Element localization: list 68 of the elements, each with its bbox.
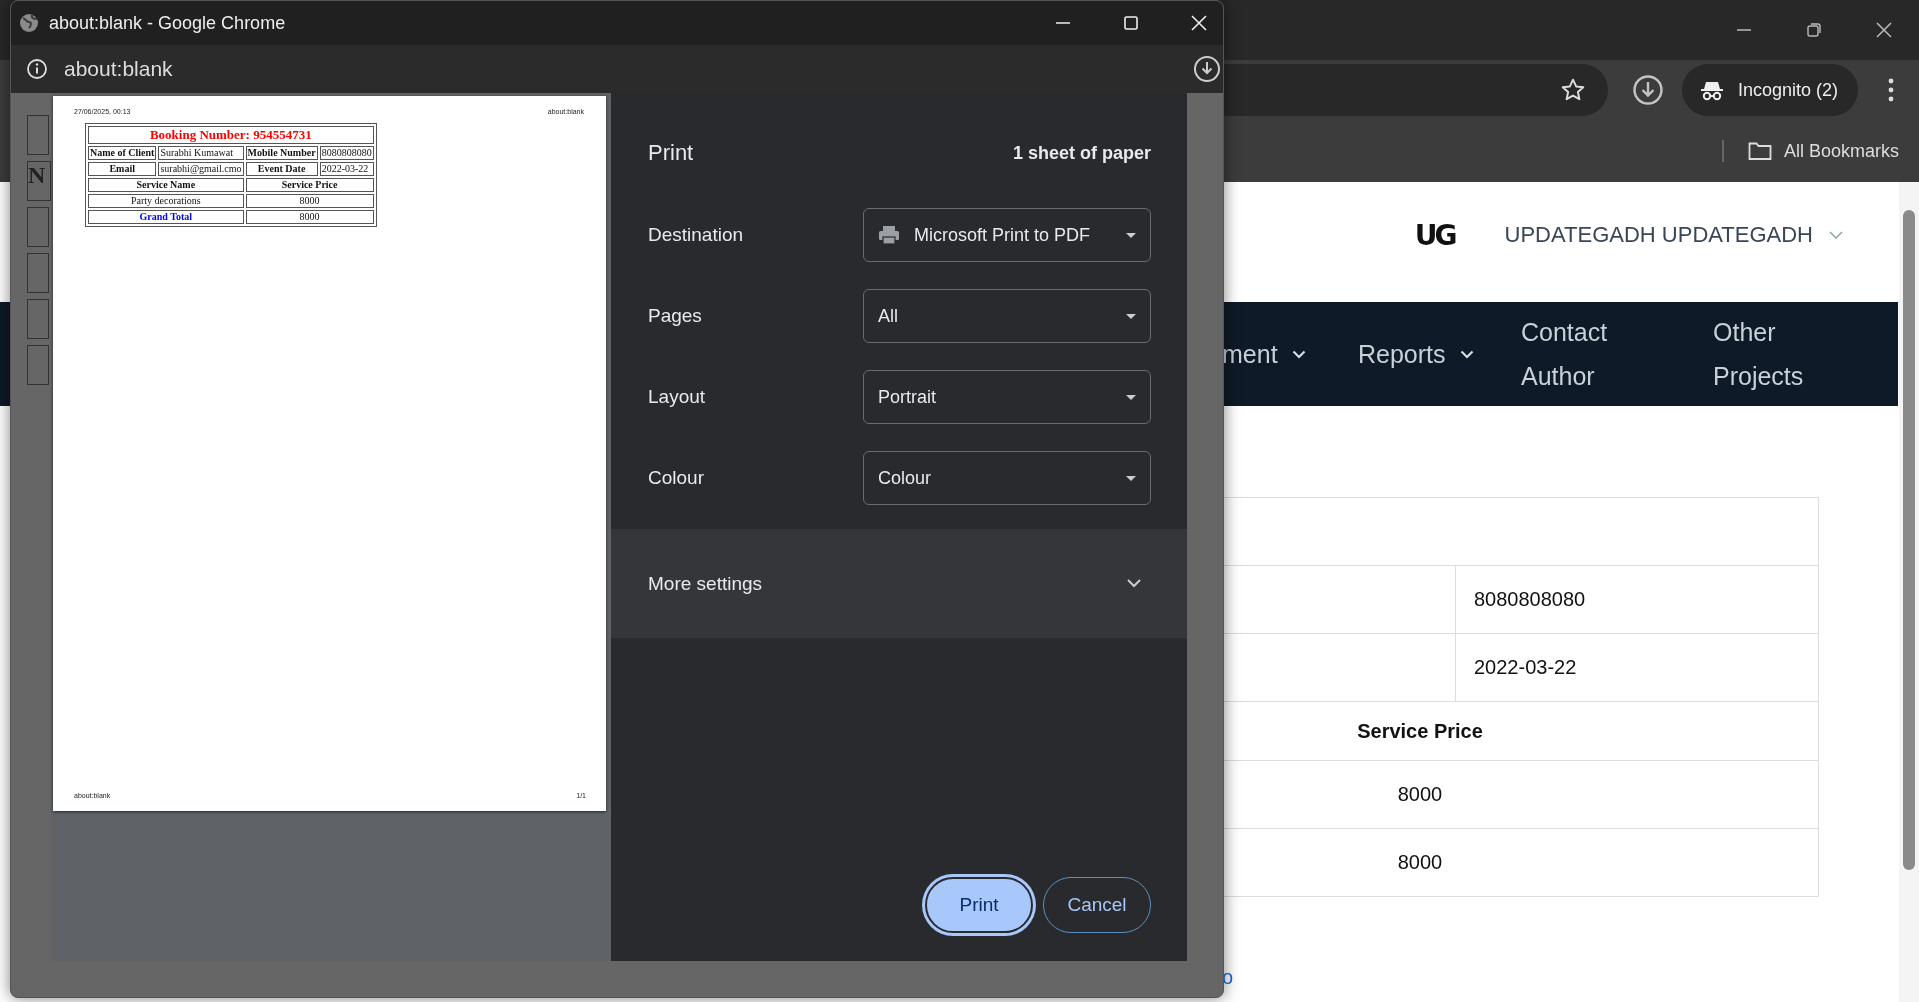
- table-cell: 8080808080: [319, 146, 374, 160]
- table-cell: [27, 115, 49, 155]
- info-icon[interactable]: [26, 58, 48, 80]
- chevron-down-icon: [1829, 230, 1843, 240]
- print-button[interactable]: Print: [925, 877, 1033, 933]
- close-icon[interactable]: [1875, 21, 1893, 39]
- incognito-button[interactable]: Incognito (2): [1682, 64, 1859, 116]
- scrollbar[interactable]: [1899, 182, 1919, 1002]
- table-header: Service Price: [245, 178, 374, 192]
- dropdown[interactable]: Colour: [863, 451, 1151, 505]
- menu-icon[interactable]: [1888, 78, 1895, 102]
- table-header: Service Price: [1356, 718, 1484, 744]
- table-cell-text: 8080808080: [1473, 587, 1587, 612]
- table-header: Service Name: [88, 178, 244, 192]
- user-menu[interactable]: UPDATEGADH UPDATEGADH: [1504, 222, 1843, 248]
- setting-label: Destination: [648, 224, 744, 246]
- table-cell: 8000: [245, 210, 374, 224]
- table-cell-text: 8000: [1396, 782, 1444, 807]
- bookmarks-folder[interactable]: All Bookmarks: [1747, 140, 1899, 162]
- table-cell: Party decorations: [88, 194, 244, 208]
- table-cell: 2022-03-22: [319, 162, 374, 176]
- dropdown-arrow-icon: [1126, 313, 1136, 319]
- table-header: Email: [88, 162, 157, 176]
- table-header: Event Date: [245, 162, 318, 176]
- window-title: about:blank - Google Chrome: [49, 12, 286, 34]
- globe-icon: [19, 13, 39, 33]
- logo: UG: [1414, 218, 1455, 252]
- download-icon[interactable]: [1632, 74, 1664, 106]
- star-icon[interactable]: [1560, 77, 1586, 103]
- table-header: Name of Client: [88, 146, 157, 160]
- dropdown-arrow-icon: [1126, 232, 1136, 238]
- maximize-icon[interactable]: [1123, 15, 1139, 31]
- restore-icon[interactable]: [1805, 21, 1823, 39]
- folder-icon: [1747, 141, 1772, 161]
- dropdown[interactable]: All: [863, 289, 1151, 343]
- nav-link[interactable]: ment: [1222, 302, 1306, 406]
- chevron-down-icon: [1459, 349, 1474, 359]
- table-header: Mobile Number: [245, 146, 318, 160]
- table-cell: [27, 345, 49, 385]
- printer-icon: [878, 225, 900, 245]
- dropdown[interactable]: Microsoft Print to PDF: [863, 208, 1151, 262]
- setting-label: Layout: [648, 386, 706, 408]
- table-cell-text: 8000: [1396, 850, 1444, 875]
- chevron-down-icon: [1291, 349, 1306, 359]
- dropdown-arrow-icon: [1126, 475, 1136, 481]
- table-cell: N: [27, 161, 51, 201]
- table-cell: [27, 207, 49, 247]
- table-cell: Grand Total: [88, 210, 244, 224]
- dropdown-arrow-icon: [1126, 394, 1136, 400]
- nav-link[interactable]: Other Projects: [1713, 302, 1843, 406]
- table-cell-text: 2022-03-22: [1473, 655, 1578, 680]
- nav-link[interactable]: Reports: [1358, 302, 1474, 406]
- dropdown[interactable]: Portrait: [863, 370, 1151, 424]
- incognito-icon: [1700, 79, 1724, 101]
- table-cell: 8000: [245, 194, 374, 208]
- address-text[interactable]: about:blank: [64, 57, 173, 81]
- table-cell: [27, 253, 49, 293]
- booking-title: Booking Number: 954554731: [88, 126, 374, 144]
- setting-label: Pages: [648, 305, 702, 327]
- setting-label: Colour: [648, 467, 704, 489]
- table-cell: surabhi@gmail.cmo: [158, 162, 244, 176]
- table-cell: Surabhi Kumawat: [158, 146, 244, 160]
- sheet-count: 1 sheet of paper: [1012, 142, 1151, 164]
- download-icon[interactable]: [1193, 55, 1221, 83]
- nav-link[interactable]: Contact Author: [1521, 302, 1651, 406]
- dialog-title: Print: [648, 140, 694, 166]
- more-settings-toggle[interactable]: More settings: [611, 529, 1187, 638]
- table-cell: [27, 299, 49, 339]
